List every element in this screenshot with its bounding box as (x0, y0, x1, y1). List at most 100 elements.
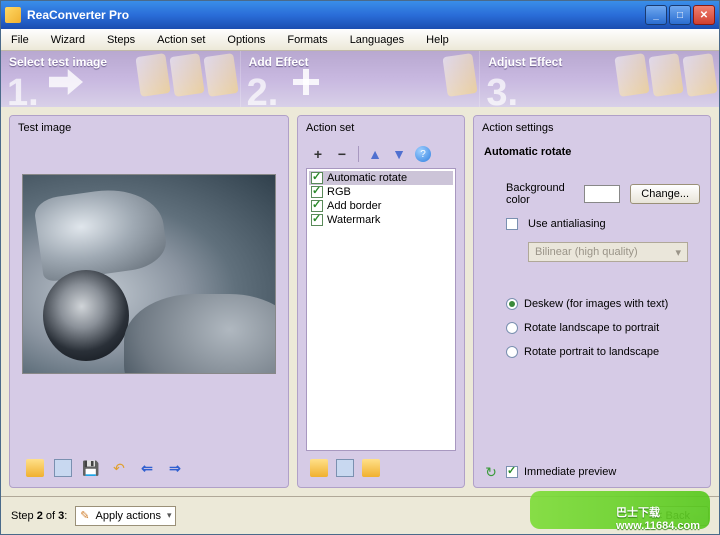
step-2-panel[interactable]: Add Effect 2. (240, 51, 480, 107)
antialias-checkbox[interactable] (506, 218, 518, 230)
step-1-title: Select test image (9, 55, 232, 69)
checkbox-icon[interactable] (311, 214, 323, 226)
undo-icon[interactable]: ↶ (110, 459, 128, 477)
radio-portrait-to-landscape[interactable]: Rotate portrait to landscape (506, 346, 700, 358)
bg-color-swatch[interactable] (584, 185, 621, 203)
action-bottom-toolbar (306, 451, 456, 481)
back-button[interactable]: < Back (637, 506, 709, 526)
pencil-icon: ✎ (80, 509, 89, 522)
immediate-preview-checkbox[interactable] (506, 466, 518, 478)
action-settings-label: Action settings (474, 116, 710, 138)
bg-color-label: Background color (506, 182, 574, 206)
open-folder-icon[interactable] (26, 459, 44, 477)
step-action-combo[interactable]: ✎ Apply actions ▾ (75, 506, 176, 526)
action-item-label: Watermark (327, 214, 380, 226)
preview-image (22, 174, 276, 374)
menu-formats[interactable]: Formats (283, 32, 331, 48)
current-action-title: Automatic rotate (484, 146, 700, 158)
action-item-label: Automatic rotate (327, 172, 407, 184)
status-bar: Step 2 of 3: ✎ Apply actions ▾ < Back (1, 496, 719, 534)
app-icon (5, 7, 21, 23)
menu-wizard[interactable]: Wizard (47, 32, 89, 48)
antialias-mode-value: Bilinear (high quality) (535, 246, 638, 258)
step-1-panel[interactable]: Select test image 1. (1, 51, 240, 107)
step-3-title: Adjust Effect (488, 55, 711, 69)
minimize-button[interactable]: _ (645, 5, 667, 25)
open-action-icon[interactable] (310, 459, 328, 477)
change-color-button[interactable]: Change... (630, 184, 700, 204)
checkbox-icon[interactable] (311, 200, 323, 212)
settings-bottom-bar: ↻ Immediate preview (474, 457, 710, 487)
step-1-number: 1. (7, 72, 39, 107)
radio-label: Rotate portrait to landscape (524, 346, 659, 358)
step-2-title: Add Effect (249, 55, 472, 69)
window-buttons: _ □ ✕ (645, 5, 715, 25)
plus-icon (293, 69, 319, 95)
step-3-number: 3. (486, 72, 518, 107)
action-settings-panel: Action settings Automatic rotate Backgro… (473, 115, 711, 488)
menu-action-set[interactable]: Action set (153, 32, 209, 48)
antialias-row: Use antialiasing (506, 218, 700, 230)
immediate-preview-label: Immediate preview (524, 466, 616, 478)
toolbar-separator (358, 146, 359, 162)
step-3-panel[interactable]: Adjust Effect 3. (479, 51, 719, 107)
radio-icon[interactable] (506, 346, 518, 358)
radio-deskew[interactable]: Deskew (for images with text) (506, 298, 700, 310)
close-button[interactable]: ✕ (693, 5, 715, 25)
radio-label: Rotate landscape to portrait (524, 322, 659, 334)
menu-options[interactable]: Options (223, 32, 269, 48)
antialias-mode-row: Bilinear (high quality) ▾ (528, 242, 700, 262)
menu-help[interactable]: Help (422, 32, 453, 48)
maximize-button[interactable]: □ (669, 5, 691, 25)
help-icon[interactable]: ? (415, 146, 431, 162)
action-item-label: Add border (327, 200, 381, 212)
menu-steps[interactable]: Steps (103, 32, 139, 48)
action-item-rgb[interactable]: RGB (309, 185, 453, 199)
menu-file[interactable]: File (7, 32, 33, 48)
titlebar: ReaConverter Pro _ □ ✕ (1, 1, 719, 29)
step-ribbon: Select test image 1. Add Effect 2. Adjus… (1, 51, 719, 107)
arrow-right-icon (49, 69, 83, 95)
chevron-down-icon: ▾ (167, 510, 172, 521)
radio-label: Deskew (for images with text) (524, 298, 668, 310)
load-action-icon[interactable] (362, 459, 380, 477)
next-image-icon[interactable]: ⇒ (166, 459, 184, 477)
menubar: File Wizard Steps Action set Options For… (1, 29, 719, 51)
move-up-icon[interactable]: ▲ (367, 146, 383, 162)
copy-icon[interactable] (54, 459, 72, 477)
checkbox-icon[interactable] (311, 172, 323, 184)
prev-image-icon[interactable]: ⇐ (138, 459, 156, 477)
content-area: Test image 💾 ↶ ⇐ ⇒ Action set (1, 107, 719, 496)
action-set-label: Action set (298, 116, 464, 138)
radio-icon[interactable] (506, 322, 518, 334)
app-window: ReaConverter Pro _ □ ✕ File Wizard Steps… (0, 0, 720, 535)
window-title: ReaConverter Pro (27, 8, 645, 22)
refresh-preview-icon[interactable]: ↻ (482, 463, 500, 481)
move-down-icon[interactable]: ▼ (391, 146, 407, 162)
step-indicator: Step 2 of 3: (11, 510, 67, 522)
save-icon[interactable]: 💾 (82, 459, 100, 477)
bg-color-row: Background color Change... (506, 182, 700, 206)
radio-icon[interactable] (506, 298, 518, 310)
checkbox-icon[interactable] (311, 186, 323, 198)
test-image-label: Test image (10, 116, 288, 138)
menu-languages[interactable]: Languages (346, 32, 408, 48)
action-item-watermark[interactable]: Watermark (309, 213, 453, 227)
combo-value: Apply actions (96, 510, 161, 522)
action-item-add-border[interactable]: Add border (309, 199, 453, 213)
antialias-label: Use antialiasing (528, 218, 606, 230)
step-2-number: 2. (247, 72, 279, 107)
add-action-icon[interactable]: + (310, 146, 326, 162)
antialias-mode-select: Bilinear (high quality) ▾ (528, 242, 688, 262)
test-image-panel: Test image 💾 ↶ ⇐ ⇒ (9, 115, 289, 488)
action-toolbar: + − ▲ ▼ ? (306, 144, 456, 168)
image-toolbar: 💾 ↶ ⇐ ⇒ (18, 449, 280, 481)
chevron-down-icon: ▾ (675, 246, 681, 259)
save-action-icon[interactable] (336, 459, 354, 477)
action-item-automatic-rotate[interactable]: Automatic rotate (309, 171, 453, 185)
action-set-panel: Action set + − ▲ ▼ ? Automatic rotate (297, 115, 465, 488)
action-list[interactable]: Automatic rotate RGB Add border Watermar… (306, 168, 456, 451)
action-item-label: RGB (327, 186, 351, 198)
remove-action-icon[interactable]: − (334, 146, 350, 162)
radio-landscape-to-portrait[interactable]: Rotate landscape to portrait (506, 322, 700, 334)
